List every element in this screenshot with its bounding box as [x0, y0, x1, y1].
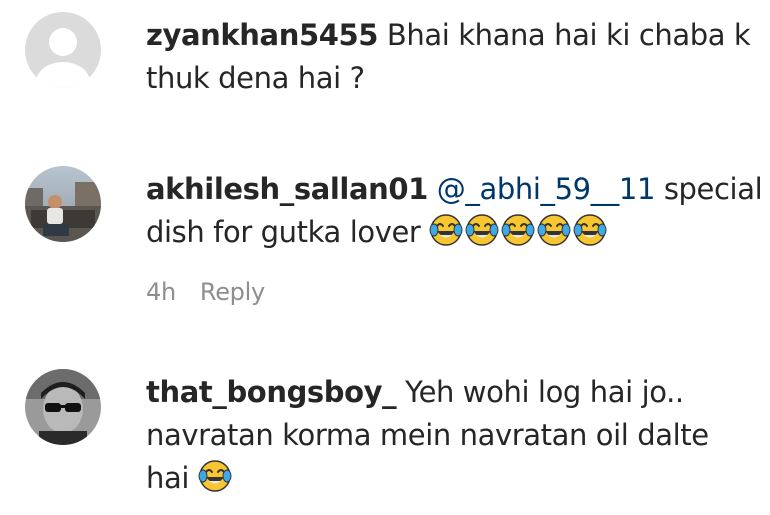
- face-with-tears-of-joy-icon: [198, 460, 232, 492]
- emoji-group: [429, 214, 609, 249]
- comment-username[interactable]: zyankhan5455: [146, 18, 378, 52]
- comment-text-line: special: [663, 172, 763, 206]
- face-with-tears-of-joy-icon: [537, 214, 571, 246]
- comment-text-line: Yeh wohi log hai jo..: [405, 375, 684, 409]
- face-with-tears-of-joy-icon: [429, 214, 463, 246]
- mention-link[interactable]: @_abhi_59__11: [437, 172, 656, 206]
- comment-text-line: navratan korma mein navratan oil dalte: [146, 418, 709, 452]
- reply-button[interactable]: Reply: [200, 278, 265, 306]
- avatar[interactable]: [25, 369, 101, 445]
- emoji-group: [198, 460, 234, 495]
- face-with-tears-of-joy-icon: [501, 214, 535, 246]
- comment-text-line: thuk dena hai ?: [146, 61, 365, 95]
- face-with-tears-of-joy-icon: [573, 214, 607, 246]
- comment-username[interactable]: akhilesh_sallan01: [146, 172, 428, 206]
- comment-text-line: dish for gutka lover: [146, 215, 421, 249]
- comment-text-line: hai: [146, 461, 190, 495]
- comment-time: 4h: [146, 278, 176, 306]
- comment-text: akhilesh_sallan01 @_abhi_59__11 special …: [146, 168, 763, 254]
- comment-username[interactable]: that_bongsboy_: [146, 375, 397, 409]
- default-avatar-icon[interactable]: [25, 12, 101, 88]
- comment-text-line: Bhai khana hai ki chaba k: [386, 18, 751, 52]
- comment-text: zyankhan5455 Bhai khana hai ki chaba k t…: [146, 14, 760, 100]
- comment-meta: 4h Reply: [146, 278, 289, 306]
- face-with-tears-of-joy-icon: [465, 214, 499, 246]
- comment-text: that_bongsboy_ Yeh wohi log hai jo.. nav…: [146, 371, 760, 500]
- avatar[interactable]: [25, 166, 101, 242]
